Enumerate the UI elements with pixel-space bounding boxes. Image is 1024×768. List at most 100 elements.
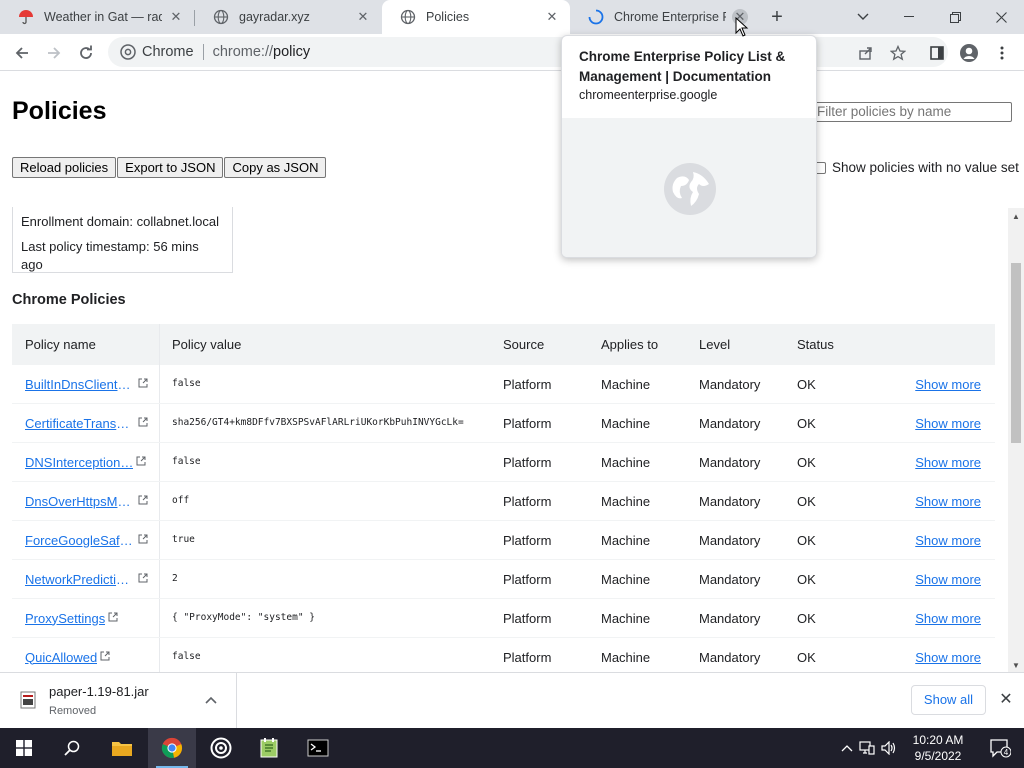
show-more-cell: Show more: [895, 650, 981, 665]
policy-name-link[interactable]: DnsOverHttpsMo…: [25, 494, 135, 509]
tab-gayradar[interactable]: gayradar.xyz ✕: [195, 0, 381, 34]
taskbar-clock[interactable]: 10:20 AM 9/5/2022: [904, 732, 972, 764]
download-item[interactable]: paper-1.19-81.jar Removed: [0, 673, 237, 729]
reload-button[interactable]: [73, 40, 99, 66]
policy-name-link[interactable]: DNSInterception…: [25, 455, 133, 470]
scroll-down-arrow-icon[interactable]: ▼: [1012, 661, 1020, 670]
tab-search-chevron-icon[interactable]: [840, 0, 886, 34]
show-more-link[interactable]: Show more: [915, 416, 981, 431]
tab-policies[interactable]: Policies ✕: [382, 0, 570, 34]
policy-name-cell: CertificateTransp…: [12, 404, 160, 442]
new-tab-button[interactable]: +: [766, 6, 788, 28]
policy-name-link[interactable]: CertificateTransp…: [25, 416, 135, 431]
notification-center-icon[interactable]: 4: [976, 728, 1024, 768]
side-panel-icon[interactable]: [924, 40, 950, 66]
show-more-link[interactable]: Show more: [915, 611, 981, 626]
external-link-icon[interactable]: [100, 651, 110, 664]
profile-avatar-icon[interactable]: [956, 40, 982, 66]
scrollbar-thumb[interactable]: [1011, 263, 1021, 443]
tray-chevron-up-icon[interactable]: [838, 744, 856, 752]
close-icon[interactable]: ✕: [544, 9, 560, 25]
show-more-link[interactable]: Show more: [915, 494, 981, 509]
close-window-button[interactable]: [978, 0, 1024, 34]
table-row: DnsOverHttpsMo… off Platform Machine Mandato…: [12, 482, 995, 521]
network-icon[interactable]: [856, 741, 878, 755]
volume-icon[interactable]: [878, 741, 900, 755]
chrome-taskbar-icon[interactable]: [148, 728, 196, 768]
external-link-icon[interactable]: [108, 612, 118, 625]
chrome-badge[interactable]: Chrome: [120, 44, 194, 60]
forward-button[interactable]: [41, 40, 67, 66]
show-more-cell: Show more: [895, 611, 981, 626]
search-icon[interactable]: [48, 728, 96, 768]
show-more-link[interactable]: Show more: [915, 572, 981, 587]
filter-policies-input[interactable]: Filter policies by name: [808, 102, 1012, 122]
status-cell: OK: [797, 532, 816, 548]
policy-status-box: Enrollment domain: collabnet.local Last …: [12, 207, 233, 273]
source-cell: Platform: [503, 376, 552, 392]
external-link-icon[interactable]: [138, 378, 148, 391]
show-all-downloads-button[interactable]: Show all: [911, 685, 986, 715]
external-link-icon[interactable]: [138, 573, 148, 586]
tab-chrome-enterprise[interactable]: Chrome Enterprise Poli ✕: [570, 0, 758, 34]
policy-name-link[interactable]: ForceGoogleSafe…: [25, 533, 135, 548]
show-more-link[interactable]: Show more: [915, 533, 981, 548]
page-scrollbar[interactable]: ▲ ▼: [1008, 208, 1024, 672]
copy-json-button[interactable]: Copy as JSON: [224, 157, 327, 178]
terminal-icon[interactable]: [294, 728, 342, 768]
external-link-icon[interactable]: [138, 534, 148, 547]
policy-name-link[interactable]: NetworkPredictio…: [25, 572, 135, 587]
restore-button[interactable]: [932, 0, 978, 34]
bookmark-star-icon[interactable]: [885, 40, 911, 66]
target-app-icon[interactable]: [197, 728, 245, 768]
address-bar[interactable]: Chrome chrome://policy: [108, 37, 948, 67]
browser-toolbar: Chrome chrome://policy: [0, 34, 1024, 71]
header-level: Level: [699, 337, 731, 352]
enrollment-domain: Enrollment domain: collabnet.local: [21, 214, 219, 229]
external-link-icon[interactable]: [136, 456, 146, 469]
mouse-cursor-icon: [735, 17, 749, 37]
share-icon[interactable]: [853, 40, 879, 66]
tab-weather[interactable]: Weather in Gat — rada ✕: [0, 0, 194, 34]
jar-file-icon: [20, 691, 36, 714]
back-button[interactable]: [9, 40, 35, 66]
policy-name-link[interactable]: BuiltInDnsClientE…: [25, 377, 135, 392]
show-more-link[interactable]: Show more: [915, 650, 981, 665]
reload-policies-button[interactable]: Reload policies: [12, 157, 117, 178]
show-more-link[interactable]: Show more: [915, 377, 981, 392]
external-link-icon[interactable]: [138, 417, 148, 430]
export-json-button[interactable]: Export to JSON: [117, 157, 224, 178]
external-link-icon[interactable]: [138, 495, 148, 508]
show-more-link[interactable]: Show more: [915, 455, 981, 470]
scroll-up-arrow-icon[interactable]: ▲: [1012, 212, 1020, 221]
policy-timestamp: Last policy timestamp: 56 mins ago: [21, 239, 199, 272]
close-icon[interactable]: ✕: [168, 9, 184, 25]
chevron-up-icon[interactable]: [205, 693, 217, 707]
globe-icon: [400, 9, 416, 25]
minimize-button[interactable]: [886, 0, 932, 34]
tab-title: Chrome Enterprise Poli: [614, 10, 726, 24]
close-icon[interactable]: ✕: [997, 690, 1015, 708]
level-cell: Mandatory: [699, 571, 761, 587]
file-explorer-icon[interactable]: [98, 728, 146, 768]
level-cell: Mandatory: [699, 376, 761, 392]
close-icon[interactable]: ✕: [355, 9, 371, 25]
policy-value-cell: false: [172, 456, 201, 467]
source-cell: Platform: [503, 415, 552, 431]
header-source: Source: [503, 337, 545, 352]
policy-name-link[interactable]: QuicAllowed: [25, 650, 97, 665]
policy-value-cell: false: [172, 378, 201, 389]
source-cell: Platform: [503, 454, 552, 470]
policy-value-cell: { "ProxyMode": "system" }: [172, 612, 315, 623]
source-cell: Platform: [503, 571, 552, 587]
notepad-plus-icon[interactable]: [245, 728, 293, 768]
policy-value-cell: 2: [172, 573, 178, 584]
globe-icon: [213, 9, 229, 25]
menu-dots-icon[interactable]: [989, 40, 1015, 66]
applies-to-cell: Machine: [601, 376, 651, 392]
source-cell: Platform: [503, 493, 552, 509]
table-header: Policy name Policy value Source Applies …: [12, 324, 995, 365]
windows-start-icon[interactable]: [0, 728, 48, 768]
policy-name-link[interactable]: ProxySettings: [25, 611, 105, 626]
show-no-value-toggle[interactable]: Show policies with no value set: [814, 160, 1019, 175]
